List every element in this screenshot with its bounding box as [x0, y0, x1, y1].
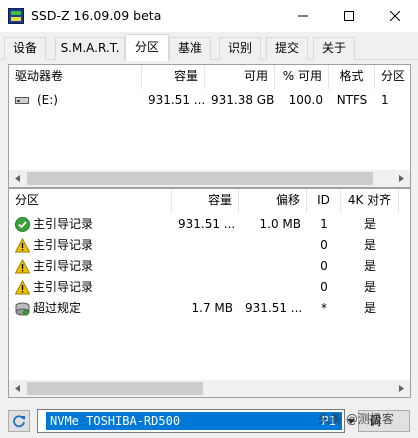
partition-row[interactable]: 主引导记录 0 是	[9, 235, 410, 256]
partition-name: 超过规定	[33, 301, 82, 315]
partition-capacity	[172, 277, 239, 298]
partition-row[interactable]: 主引导记录 0 是	[9, 277, 410, 298]
partitions-list[interactable]: 分区 容量 偏移 ID 4K 对齐 主引导记录 931.51 ... 1.0 M…	[8, 188, 411, 398]
col-format[interactable]: 格式	[329, 65, 375, 89]
partition-aligned: 是	[363, 217, 376, 231]
close-button[interactable]	[372, 0, 418, 32]
col-partition-name[interactable]: 分区	[9, 189, 172, 213]
partition-name: 主引导记录	[33, 238, 94, 252]
partition-id: *	[321, 301, 327, 315]
col-4k-aligned[interactable]: 4K 对齐	[341, 189, 399, 213]
title-bar: SSD-Z 16.09.09 beta	[0, 0, 418, 32]
partition-offset	[239, 256, 307, 277]
close-icon	[390, 11, 400, 21]
drive-icon	[15, 94, 29, 106]
tab-identify[interactable]: 识别	[219, 37, 261, 60]
partition-id: 0	[320, 238, 328, 252]
app-icon	[8, 8, 24, 24]
partitions-header: 分区 容量 偏移 ID 4K 对齐	[9, 189, 410, 213]
volume-free: 931.38 GB	[211, 93, 275, 107]
partitions-scroll-thumb[interactable]	[27, 382, 203, 395]
drive-name: NVMe TOSHIBA-RD500	[50, 414, 181, 428]
col-offset[interactable]: 偏移	[239, 189, 307, 213]
partition-aligned: 是	[363, 301, 376, 315]
partition-aligned: 是	[363, 259, 376, 273]
watermark-text: 头条 @测极客	[318, 412, 394, 426]
partition-row[interactable]: 主引导记录 0 是	[9, 256, 410, 277]
partition-offset: 1.0 MB	[259, 217, 301, 231]
partition-capacity: 1.7 MB	[191, 301, 233, 315]
partition-row[interactable]: 主引导记录 931.51 ... 1.0 MB 1 是	[9, 214, 410, 235]
scroll-left-arrow-icon[interactable]	[9, 170, 26, 187]
partition-id: 1	[320, 217, 328, 231]
partitions-hscrollbar[interactable]	[9, 380, 410, 397]
volumes-hscrollbar[interactable]	[9, 170, 410, 187]
col-pct-free[interactable]: % 可用	[275, 65, 329, 89]
col-volume[interactable]: 驱动器卷	[9, 65, 142, 89]
partition-aligned: 是	[363, 238, 376, 252]
col-partition[interactable]: 分区	[375, 65, 410, 89]
refresh-icon	[13, 415, 25, 428]
tab-benchmark[interactable]: 基准	[169, 37, 211, 60]
volume-partition: 1	[381, 93, 389, 107]
tab-device[interactable]: 设备	[4, 37, 46, 60]
volumes-scroll-thumb[interactable]	[27, 172, 373, 185]
partition-offset	[239, 235, 307, 256]
partition-name: 主引导记录	[33, 217, 94, 231]
tab-strip: 设备 S.M.A.R.T. 分区 基准 识别 提交 关于	[0, 32, 418, 61]
window-title: SSD-Z 16.09.09 beta	[31, 8, 162, 23]
volume-row[interactable]: (E:) 931.51 ... 931.38 GB 100.0 NTFS 1	[9, 90, 410, 111]
scroll-right-arrow-icon[interactable]	[393, 380, 410, 397]
partition-name: 主引导记录	[33, 280, 94, 294]
scroll-left-arrow-icon[interactable]	[9, 380, 26, 397]
maximize-icon	[344, 11, 354, 21]
tab-about[interactable]: 关于	[313, 37, 355, 60]
partition-offset	[239, 277, 307, 298]
col-id[interactable]: ID	[307, 189, 341, 213]
volume-name: (E:)	[37, 93, 58, 107]
partition-id: 0	[320, 280, 328, 294]
col-part-capacity[interactable]: 容量	[172, 189, 239, 213]
col-free[interactable]: 可用	[205, 65, 275, 89]
volumes-header: 驱动器卷 容量 可用 % 可用 格式 分区	[9, 65, 410, 89]
tab-partition[interactable]: 分区	[125, 34, 169, 61]
volume-pct-free: 100.0	[288, 93, 323, 107]
partition-aligned: 是	[363, 280, 376, 294]
drive-selector-left-edge	[40, 412, 46, 430]
volume-capacity: 931.51 ...	[148, 93, 205, 107]
minimize-button[interactable]	[280, 0, 326, 32]
col-capacity[interactable]: 容量	[142, 65, 205, 89]
partition-capacity	[172, 256, 239, 277]
refresh-button[interactable]	[8, 410, 30, 432]
partition-capacity	[172, 235, 239, 256]
maximize-button[interactable]	[326, 0, 372, 32]
partition-id: 0	[320, 259, 328, 273]
minimize-icon	[298, 15, 308, 17]
tab-smart[interactable]: S.M.A.R.T.	[55, 37, 125, 60]
tab-submit[interactable]: 提交	[266, 37, 308, 60]
drive-selector[interactable]: NVMe TOSHIBA-RD500 P1	[37, 409, 345, 433]
partition-capacity: 931.51 ...	[178, 217, 236, 231]
scroll-right-arrow-icon[interactable]	[393, 170, 410, 187]
partition-panel: 驱动器卷 容量 可用 % 可用 格式 分区 (E:) 931.51 ... 93…	[0, 60, 418, 438]
partition-name: 主引导记录	[33, 259, 94, 273]
volume-format: NTFS	[336, 93, 368, 107]
volumes-list[interactable]: 驱动器卷 容量 可用 % 可用 格式 分区 (E:) 931.51 ... 93…	[8, 64, 411, 188]
partition-offset: 931.51 ...	[245, 301, 303, 315]
partition-row[interactable]: 超过规定 1.7 MB 931.51 ... * 是	[9, 298, 410, 319]
